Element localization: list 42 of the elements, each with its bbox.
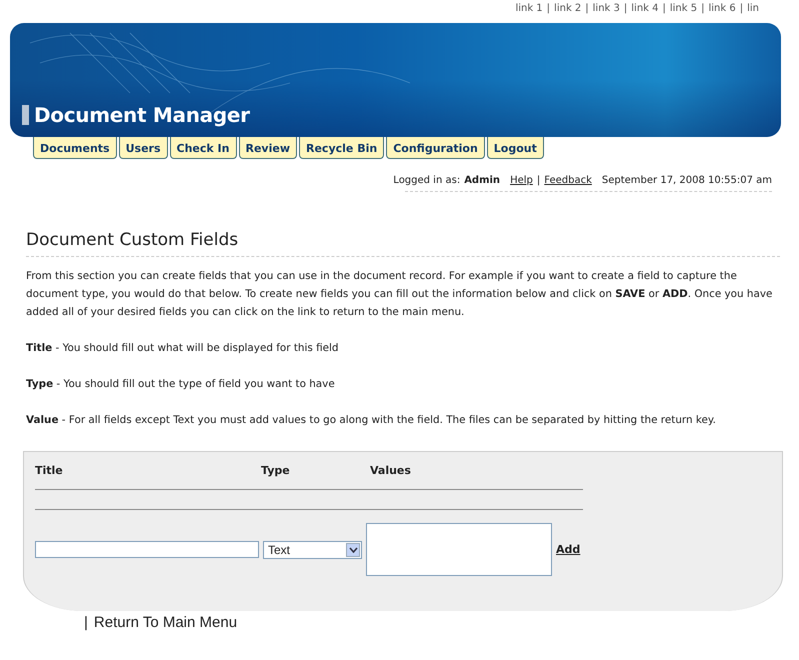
paragraph: From this section you can create fields that you can use in the document record. For example if you want to create a field to capture the document type, you would do that below. To create new fields you can fill out the information below and click on SAVE or ADD. Once you have added all of your desired fields you can click on the link to return to the main menu. — [26, 269, 774, 320]
link-separator: | — [624, 3, 628, 16]
page-heading: Document Custom Fields — [26, 230, 780, 257]
help-link[interactable]: Help — [510, 175, 533, 186]
paragraph: Title - You should fill out what will be displayed for this field — [26, 341, 340, 356]
top-link[interactable]: lin — [747, 3, 759, 20]
link-separator: | — [585, 3, 589, 16]
top-link[interactable]: link 2 — [554, 3, 582, 20]
top-link[interactable]: link 4 — [631, 3, 658, 20]
add-link[interactable]: Add — [556, 543, 580, 556]
feedback-link[interactable]: Feedback — [544, 175, 592, 186]
column-header: Values — [370, 464, 412, 477]
link-separator: | — [536, 175, 540, 186]
title-input[interactable] — [35, 541, 259, 558]
top-link[interactable]: link 3 — [592, 3, 620, 20]
nav-tab[interactable]: Documents — [33, 137, 117, 159]
title-bar-icon — [22, 105, 29, 125]
column-header: Title — [35, 464, 64, 477]
return-link[interactable]: Return To Main Menu — [94, 614, 238, 631]
paragraph: Value - For all fields except Text you must add values to go along with the field. The files can be separated by hitting the return key. — [26, 413, 717, 428]
link-separator: | — [740, 3, 744, 16]
nav-tab[interactable]: Logout — [486, 137, 544, 159]
date-time: September 17, 2008 10:55:07 am — [602, 175, 772, 186]
logged-in-label: Logged in as: — [393, 175, 460, 186]
top-link[interactable]: link 6 — [708, 3, 736, 20]
type-select[interactable]: Text — [263, 540, 362, 558]
user-name: Admin — [464, 175, 500, 186]
column-header: Type — [261, 464, 291, 477]
link-separator: | — [546, 3, 550, 16]
nav-tab[interactable]: Configuration — [386, 137, 485, 159]
nav-tab[interactable]: Check In — [170, 137, 236, 159]
top-link[interactable]: link 1 — [515, 3, 543, 20]
link-separator: | — [662, 3, 666, 16]
paragraph: Type - You should fill out the type of field you want to have — [26, 377, 336, 392]
nav-tab[interactable]: Users — [118, 137, 168, 159]
app-title: Document Manager — [34, 103, 250, 127]
nav-tab[interactable]: Review — [238, 137, 297, 159]
link-separator: | — [701, 3, 704, 16]
values-textarea[interactable] — [366, 523, 552, 576]
link-separator: | — [84, 614, 88, 631]
nav-tab[interactable]: Recycle Bin — [299, 137, 384, 159]
top-link[interactable]: link 5 — [670, 3, 698, 20]
